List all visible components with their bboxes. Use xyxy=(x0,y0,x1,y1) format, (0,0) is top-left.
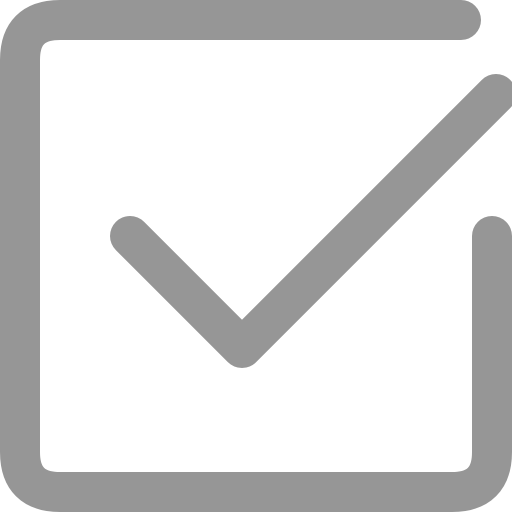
checkbox-frame xyxy=(0,0,512,512)
checkbox-checked-svg xyxy=(0,0,512,512)
check-mark xyxy=(110,74,512,368)
checkbox-checked-icon xyxy=(0,0,512,512)
